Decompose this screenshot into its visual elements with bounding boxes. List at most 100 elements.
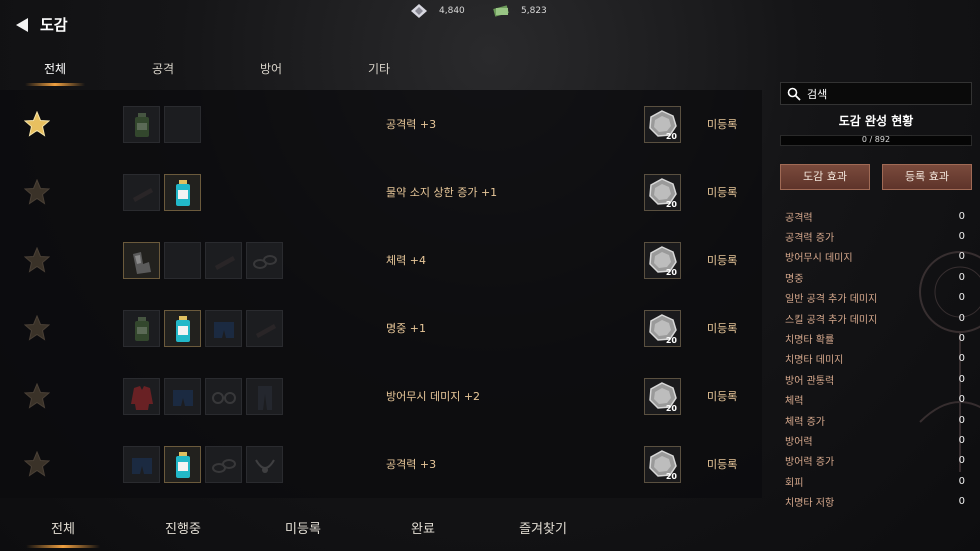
reward-item[interactable]: 20 [644, 446, 681, 483]
filter-tab-complete[interactable]: 완료 [368, 518, 478, 537]
reward-count: 20 [665, 132, 677, 141]
item-slot[interactable] [123, 310, 160, 347]
stat-row: 스킬 공격 추가 데미지 0 [785, 308, 965, 328]
register-status[interactable]: 미등록 [707, 252, 737, 268]
effect-text: 명중 +1 [386, 322, 426, 335]
back-button[interactable]: 도감 [16, 14, 68, 35]
item-slots [123, 310, 283, 347]
stat-value: 0 [958, 394, 965, 406]
reward-count: 20 [665, 200, 677, 209]
stat-row: 체력 증가 0 [785, 410, 965, 430]
stat-value: 0 [958, 434, 965, 446]
register-status[interactable]: 미등록 [707, 388, 737, 404]
item-slot[interactable] [246, 378, 283, 415]
stat-label: 명중 [785, 273, 804, 285]
item-slot[interactable] [123, 446, 160, 483]
collection-row[interactable]: 명중 +1 20 미등록 [0, 294, 762, 362]
register-status[interactable]: 미등록 [707, 116, 737, 132]
register-status[interactable]: 미등록 [707, 184, 737, 200]
reward-item[interactable]: 20 [644, 378, 681, 415]
reward-item[interactable]: 20 [644, 310, 681, 347]
item-slots [123, 174, 201, 211]
item-slot[interactable] [164, 446, 201, 483]
category-tabs: 전체 공격 방어 기타 [0, 58, 460, 86]
collection-row[interactable]: 공격력 +3 20 미등록 [0, 90, 762, 158]
item-slot[interactable] [164, 106, 201, 143]
item-slot[interactable] [246, 446, 283, 483]
stat-label: 공격력 [785, 212, 813, 224]
stat-label: 스킬 공격 추가 데미지 [785, 314, 878, 326]
collection-row[interactable]: 공격력 +3 20 미등록 [0, 430, 762, 498]
favorite-star-icon[interactable] [24, 179, 50, 205]
item-slot[interactable] [123, 174, 160, 211]
item-slot[interactable] [205, 378, 242, 415]
collection-row[interactable]: 체력 +4 20 미등록 [0, 226, 762, 294]
item-faded-icon [215, 256, 235, 270]
page-title: 도감 [40, 16, 68, 34]
stat-row: 치명타 확률 0 [785, 328, 965, 348]
tab-all[interactable]: 전체 [10, 58, 100, 86]
stat-row: 공격력 0 [785, 206, 965, 226]
progress-text: 0 / 892 [861, 135, 891, 144]
favorite-star-icon[interactable] [24, 247, 50, 273]
stat-row: 체력 0 [785, 390, 965, 410]
stat-label: 일반 공격 추가 데미지 [785, 294, 878, 306]
register-effect-button[interactable]: 등록 효과 [882, 164, 972, 190]
item-slot[interactable] [205, 242, 242, 279]
stat-label: 체력 증가 [785, 416, 825, 428]
search-input[interactable]: 검색 [780, 82, 972, 105]
crystal-icon [411, 4, 427, 18]
stat-value: 0 [958, 271, 965, 283]
item-slot[interactable] [164, 242, 201, 279]
collection-effect-button[interactable]: 도감 효과 [780, 164, 870, 190]
filter-tab-favorites[interactable]: 즐겨찾기 [488, 518, 598, 537]
tab-attack[interactable]: 공격 [118, 58, 208, 80]
necklace-icon [255, 459, 275, 473]
item-slot[interactable] [123, 242, 160, 279]
stat-label: 방어무시 데미지 [785, 253, 853, 265]
filter-tabs: 전체 진행중 미등록 완료 즐겨찾기 [0, 510, 762, 551]
favorite-star-icon[interactable] [24, 315, 50, 341]
reward-item[interactable]: 20 [644, 242, 681, 279]
jacket-red-icon [131, 386, 153, 410]
tab-defense[interactable]: 방어 [226, 58, 316, 80]
item-slot[interactable] [164, 174, 201, 211]
item-slot[interactable] [164, 310, 201, 347]
register-status[interactable]: 미등록 [707, 320, 737, 336]
stat-value: 0 [958, 251, 965, 263]
reward-item[interactable]: 20 [644, 174, 681, 211]
favorite-star-icon[interactable] [24, 383, 50, 409]
chain-icon [212, 459, 236, 473]
collection-row[interactable]: 물약 소지 상한 증가 +1 20 미등록 [0, 158, 762, 226]
collection-row[interactable]: 방어무시 데미지 +2 20 미등록 [0, 362, 762, 430]
collection-list[interactable]: 공격력 +3 20 미등록 물약 소지 상한 증가 +1 20 미등록 체력 +4 … [0, 90, 762, 498]
item-slot[interactable] [123, 106, 160, 143]
stat-value: 0 [958, 210, 965, 222]
filter-tab-in-progress[interactable]: 진행중 [128, 518, 238, 537]
item-slot[interactable] [246, 242, 283, 279]
item-slot[interactable] [246, 310, 283, 347]
completion-progress-bar: 0 / 892 [780, 135, 972, 146]
item-slot[interactable] [164, 378, 201, 415]
favorite-star-icon[interactable] [24, 111, 50, 137]
item-slot[interactable] [205, 446, 242, 483]
filter-tab-all[interactable]: 전체 [8, 518, 118, 548]
shorts-blue-icon [173, 390, 193, 406]
stat-value: 0 [958, 292, 965, 304]
potion-cyan-icon [176, 316, 190, 342]
stat-row: 치명타 데미지 0 [785, 349, 965, 369]
item-slot[interactable] [205, 310, 242, 347]
register-status[interactable]: 미등록 [707, 456, 737, 472]
stat-value: 0 [958, 414, 965, 426]
item-faded-icon [133, 188, 153, 202]
item-slot[interactable] [123, 378, 160, 415]
stat-row: 방어 관통력 0 [785, 369, 965, 389]
stat-value: 0 [958, 353, 965, 365]
reward-item[interactable]: 20 [644, 106, 681, 143]
stat-label: 방어력 증가 [785, 457, 835, 469]
favorite-star-icon[interactable] [24, 451, 50, 477]
cash-amount: 5,823 [521, 6, 547, 16]
filter-tab-unregistered[interactable]: 미등록 [248, 518, 358, 537]
empty-icon [168, 110, 198, 140]
tab-etc[interactable]: 기타 [334, 58, 424, 80]
